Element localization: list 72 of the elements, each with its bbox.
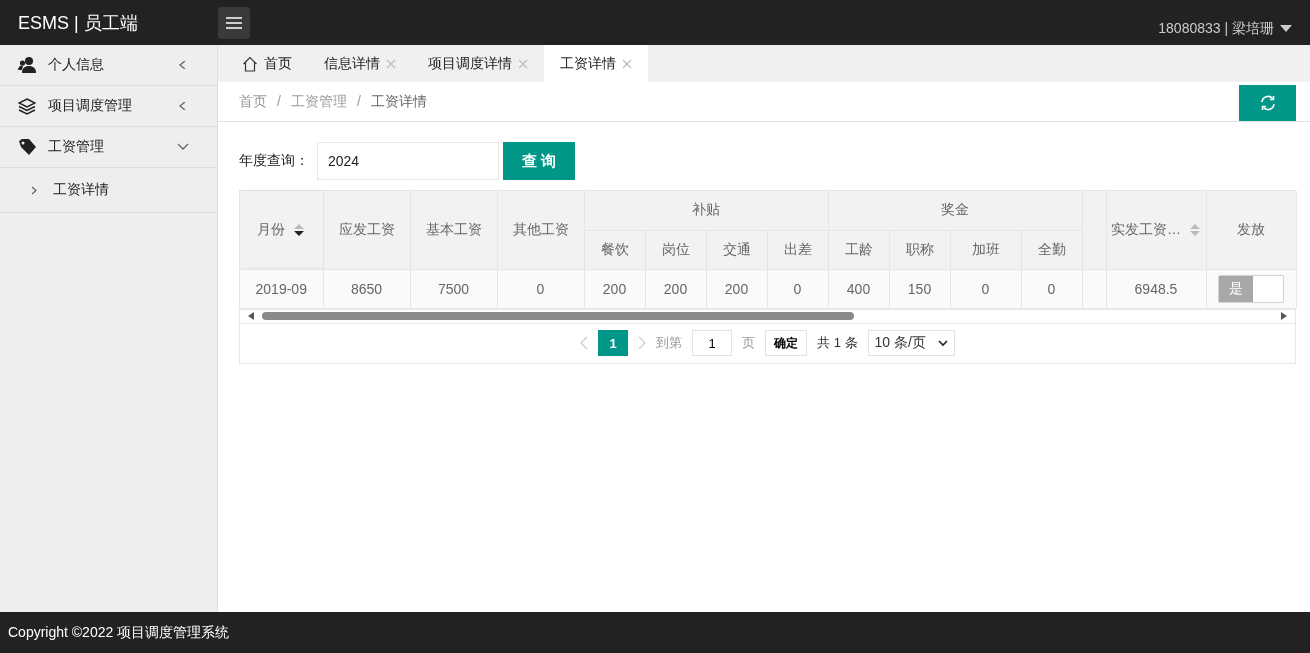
refresh-button[interactable] <box>1239 85 1296 121</box>
year-field[interactable]: 2024 <box>317 142 499 180</box>
table-cell: 200 <box>706 269 767 308</box>
table-cell: 0 <box>1021 269 1082 308</box>
chevron-down-icon <box>937 339 948 347</box>
breadcrumb-separator: / <box>277 93 281 111</box>
table-cell: 6948.5 <box>1106 269 1206 308</box>
copyright-text: Copyright ©2022 项目调度管理系统 <box>8 623 230 642</box>
tab[interactable]: 首页 <box>226 45 308 82</box>
page-button[interactable]: 1 <box>598 330 629 356</box>
column-header: 餐饮 <box>584 230 645 269</box>
confirm-button[interactable]: 确定 <box>765 330 808 356</box>
menu-button[interactable] <box>218 6 250 39</box>
table-cell: 200 <box>645 269 706 308</box>
sidebar-item[interactable]: 个人信息 <box>0 45 217 86</box>
next-page-icon <box>638 336 647 350</box>
app-title: ESMS | 员工端 <box>18 11 139 35</box>
column-header: 交通 <box>706 230 767 269</box>
table-cell: 200 <box>584 269 645 308</box>
column-header: 全勤 <box>1021 230 1082 269</box>
table-cell: 400 <box>828 269 889 308</box>
sidebar-item[interactable]: 工资管理 <box>0 127 217 168</box>
column-header: 岗位 <box>645 230 706 269</box>
query-button[interactable]: 查 询 <box>503 142 575 180</box>
sidebar-subitem[interactable]: 工资详情 <box>0 168 217 212</box>
column-header: 其他工资 <box>497 191 584 269</box>
column-header: 工龄 <box>828 230 889 269</box>
table-cell: 7500 <box>410 269 497 308</box>
layers-icon <box>18 97 36 115</box>
home-icon <box>242 55 258 72</box>
previous-page-icon <box>580 336 589 350</box>
total-count: 共 1 条 <box>817 334 858 352</box>
tab[interactable]: 信息详情 <box>308 45 412 82</box>
column-group-header: 补贴 <box>584 191 828 230</box>
table-cell: 150 <box>889 269 950 308</box>
table-cell: 0 <box>950 269 1021 308</box>
close-icon <box>386 58 396 69</box>
column-header: 基本工资 <box>410 191 497 269</box>
person-group-icon <box>18 56 36 74</box>
page-size-select[interactable]: 10 条/页 <box>867 330 955 356</box>
page-unit-label: 页 <box>742 334 756 352</box>
caret-icon <box>1280 25 1292 32</box>
chevron-down-icon <box>177 143 189 151</box>
page-number-field[interactable]: 1 <box>692 330 733 356</box>
column-header: 加班 <box>950 230 1021 269</box>
goto-label: 到第 <box>656 334 683 352</box>
column-header: 发放 <box>1206 191 1296 269</box>
column-header[interactable]: 实发工资… <box>1106 191 1206 269</box>
column-group-header: 奖金 <box>828 191 1082 230</box>
column-header[interactable]: 月份 <box>240 191 323 269</box>
close-icon <box>622 58 632 69</box>
filter-label: 年度查询： <box>239 152 310 170</box>
scroll-left-icon[interactable] <box>248 312 254 320</box>
table-cell: 0 <box>767 269 828 308</box>
column-header: 职称 <box>889 230 950 269</box>
column-header: 出差 <box>767 230 828 269</box>
tab[interactable]: 工资详情 <box>544 45 648 82</box>
column-header: 应发工资 <box>323 191 410 269</box>
tab[interactable]: 项目调度详情 <box>412 45 544 82</box>
chevron-right-icon <box>31 185 37 195</box>
table-cell: 8650 <box>323 269 410 308</box>
table-cell: 0 <box>497 269 584 308</box>
refresh-icon <box>1258 94 1277 112</box>
menu-icon <box>226 16 242 29</box>
user-menu[interactable]: 18080833 | 梁培珊 <box>1158 19 1292 38</box>
breadcrumb-item: 工资详情 <box>370 93 427 111</box>
breadcrumb-separator: / <box>356 93 361 111</box>
tag-icon <box>18 138 36 156</box>
scroll-right-icon[interactable] <box>1281 312 1287 320</box>
sidebar-item[interactable]: 项目调度管理 <box>0 86 217 127</box>
close-icon <box>518 58 528 69</box>
table-cell: 2019-09 <box>240 269 323 308</box>
